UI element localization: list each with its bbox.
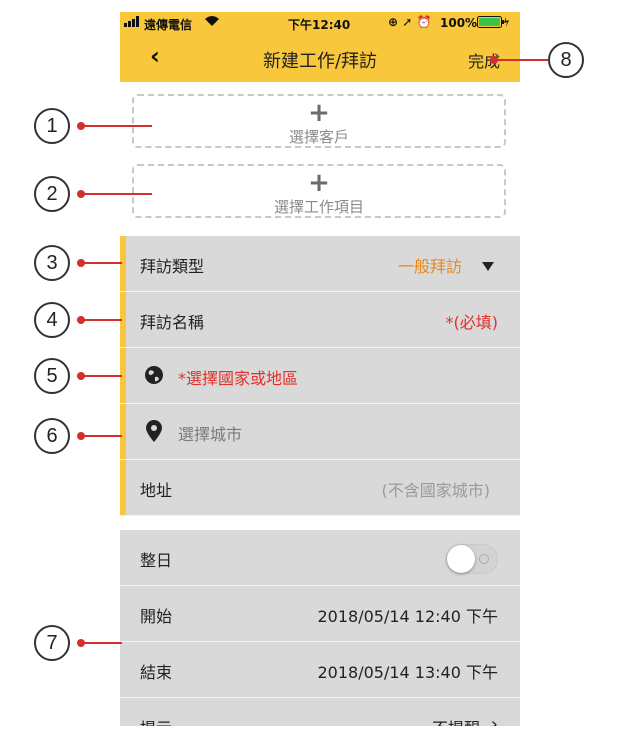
visit-type-row[interactable]: 拜訪類型 一般拜訪 [120,236,520,292]
callout-6-dot [77,432,85,440]
address-row[interactable]: 地址 (不含國家城市) [120,460,520,516]
carrier-name: 遠傳電信 [144,18,193,32]
callout-4: 4 [34,302,70,338]
callout-8-pointer [494,59,548,61]
callout-8-dot [490,56,498,64]
visit-name-required: *(必填) [445,313,499,332]
status-icons: ⊕ ➚ ⏰ [388,15,432,29]
battery-icon [477,16,509,31]
callout-3-dot [77,259,85,267]
select-customer-button[interactable]: + 選擇客戶 [132,94,506,148]
visit-type-value: 一般拜訪 [397,257,462,276]
end-value: 2018/05/14 13:40 下午 [317,663,498,682]
visit-name-row[interactable]: 拜訪名稱 *(必填) [120,292,520,348]
select-project-button[interactable]: + 選擇工作項目 [132,164,506,218]
required-accent-bar [120,404,126,459]
end-row[interactable]: 結束 2018/05/14 13:40 下午 [120,642,520,698]
city-row[interactable]: 選擇城市 [120,404,520,460]
signal-icon [124,16,142,30]
select-project-label: 選擇工作項目 [273,198,364,216]
battery-percent: 100% [440,16,478,30]
country-label: *選擇國家或地區 [178,369,299,388]
globe-icon [144,365,164,389]
city-label: 選擇城市 [178,425,243,444]
nav-bar: ‹ 新建工作/拜訪 完成 [120,34,520,82]
status-time: 下午12:40 [288,18,351,32]
callout-7-pointer [80,642,122,644]
start-label: 開始 [140,607,173,626]
required-accent-bar [120,460,126,515]
toggle-off-indicator [479,554,489,564]
reminder-row[interactable]: 提示 不提醒 › [120,698,520,726]
callout-6-pointer [80,435,122,437]
page-title: 新建工作/拜訪 [262,51,378,72]
visit-type-label: 拜訪類型 [140,257,205,276]
toggle-knob [447,545,475,573]
wifi-icon [204,15,220,30]
callout-7: 7 [34,625,70,661]
visit-name-label: 拜訪名稱 [140,313,205,332]
reminder-label: 提示 [140,715,172,726]
select-customer-label: 選擇客戶 [288,128,349,146]
chevron-right-icon: › [490,714,498,726]
callout-3-pointer [80,262,122,264]
callout-3: 3 [34,245,70,281]
callout-1-dot [77,122,85,130]
allday-label: 整日 [140,551,173,570]
callout-6: 6 [34,418,70,454]
callout-5-dot [77,372,85,380]
allday-toggle[interactable] [446,544,498,574]
callout-5: 5 [34,358,70,394]
allday-row: 整日 [120,530,520,586]
location-pin-icon [146,420,162,446]
address-placeholder: (不含國家城市) [381,481,491,500]
callout-4-pointer [80,319,122,321]
callout-5-pointer [80,375,122,377]
callout-7-dot [77,639,85,647]
reminder-value: 不提醒 [432,715,480,726]
country-row[interactable]: *選擇國家或地區 [120,348,520,404]
start-value: 2018/05/14 12:40 下午 [317,607,498,626]
callout-2-pointer [80,193,152,195]
callout-1-pointer [80,125,152,127]
end-label: 結束 [140,663,173,682]
plus-icon: + [308,98,330,128]
address-label: 地址 [140,481,173,500]
callout-4-dot [77,316,85,324]
callout-1: 1 [34,108,70,144]
callout-2-dot [77,190,85,198]
status-bar: 遠傳電信 下午12:40 ⊕ ➚ ⏰ 100% [120,12,520,34]
plus-icon: + [308,168,330,198]
callout-8: 8 [548,42,584,78]
section-divider [120,516,520,530]
phone-screen: 遠傳電信 下午12:40 ⊕ ➚ ⏰ 100% ‹ 新建工作/拜訪 完成 + 選… [120,12,520,726]
caret-down-icon [482,257,494,276]
callout-2: 2 [34,176,70,212]
start-row[interactable]: 開始 2018/05/14 12:40 下午 [120,586,520,642]
